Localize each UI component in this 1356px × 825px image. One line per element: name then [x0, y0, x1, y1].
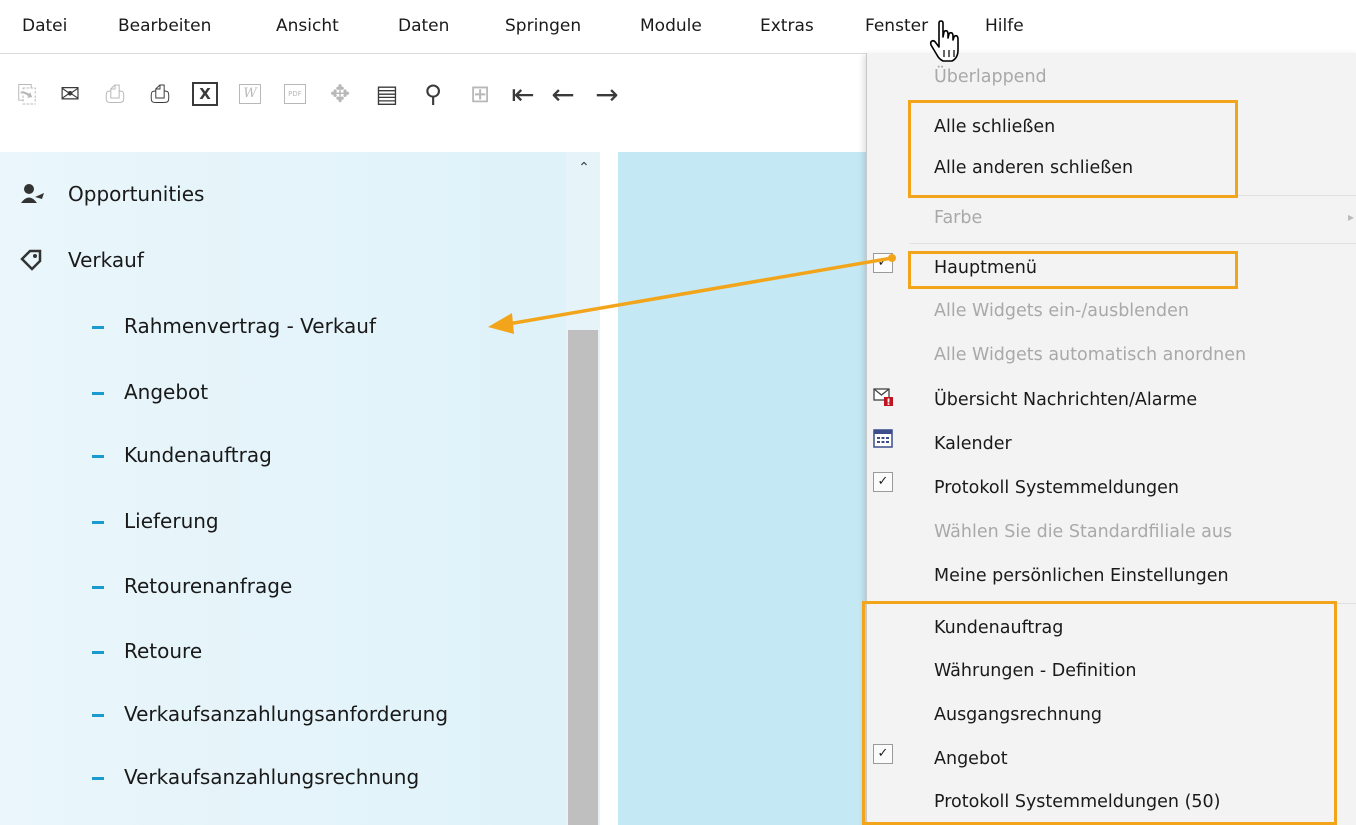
menu-bar: Datei Bearbeiten Ansicht Daten Springen …: [0, 0, 1356, 54]
highlight-box-open-windows: [862, 601, 1337, 825]
submenu-arrow-icon: ▸: [1348, 210, 1355, 224]
content-area: [618, 152, 868, 825]
sidebar-item-label: Kundenauftrag: [124, 443, 272, 467]
bullet-dash: [92, 651, 104, 654]
send-email-icon[interactable]: ✉: [55, 79, 85, 109]
calendar-icon: [873, 429, 893, 449]
excel-export-icon[interactable]: X: [190, 79, 220, 109]
messages-alarm-icon: [873, 387, 893, 407]
panel-divider: [600, 152, 618, 825]
sales-icon: [20, 249, 44, 276]
menu-item-protokoll-systemmeldungen[interactable]: Protokoll Systemmeldungen: [934, 478, 1179, 498]
menu-datei[interactable]: Datei: [22, 16, 67, 36]
menu-extras[interactable]: Extras: [760, 16, 814, 36]
next-record-icon[interactable]: →: [592, 78, 622, 111]
menu-ansicht[interactable]: Ansicht: [276, 16, 339, 36]
scrollbar-thumb[interactable]: [568, 330, 598, 825]
menu-item-kalender[interactable]: Kalender: [934, 434, 1012, 454]
bullet-dash: [92, 586, 104, 589]
check-icon: ✓: [873, 472, 893, 492]
sidebar-item-label: Rahmenvertrag - Verkauf: [124, 314, 377, 338]
main-menu-sidebar: Opportunities Verkauf Rahmenvertrag - Ve…: [0, 152, 566, 825]
print-icon[interactable]: ⎙: [145, 79, 175, 109]
find-icon[interactable]: ⚲: [418, 79, 448, 109]
sidebar-item-label: Verkauf: [68, 248, 144, 272]
bullet-dash: [92, 326, 104, 329]
first-record-icon[interactable]: ⇤: [508, 78, 538, 111]
add-record-icon[interactable]: ⊞: [465, 79, 495, 109]
hand-cursor-icon: [929, 20, 959, 62]
bullet-dash: [92, 521, 104, 524]
word-export-icon[interactable]: W: [235, 79, 265, 109]
toolbar: ⎘ ✉ ⎙ ⎙ X W PDF ✥ ▤ ⚲ ⊞ ⇤ ← →: [0, 54, 870, 149]
bullet-dash: [92, 714, 104, 717]
check-icon: ✓: [873, 253, 893, 273]
menu-bearbeiten[interactable]: Bearbeiten: [118, 16, 211, 36]
sidebar-item-label: Opportunities: [68, 182, 205, 206]
sidebar-item-label: Retoure: [124, 639, 203, 663]
highlight-box-close-items: [908, 100, 1238, 198]
menu-item-farbe[interactable]: Farbe: [934, 208, 982, 228]
sidebar-item-label: Retourenanfrage: [124, 574, 293, 598]
menu-daten[interactable]: Daten: [398, 16, 449, 36]
scroll-up-arrow-icon[interactable]: ⌃: [574, 160, 594, 180]
menu-hilfe[interactable]: Hilfe: [985, 16, 1024, 36]
menu-item-uebersicht-nachrichten[interactable]: Übersicht Nachrichten/Alarme: [934, 390, 1197, 410]
menu-springen[interactable]: Springen: [505, 16, 581, 36]
move-icon[interactable]: ✥: [325, 79, 355, 109]
menu-item-standardfiliale[interactable]: Wählen Sie die Standardfiliale aus: [934, 522, 1232, 542]
bullet-dash: [92, 455, 104, 458]
print-preview-icon[interactable]: ⎙: [100, 79, 130, 109]
menu-item-ueberlappend[interactable]: Überlappend: [934, 67, 1047, 87]
highlight-box-hauptmenue: [908, 251, 1238, 289]
bullet-dash: [92, 777, 104, 780]
sidebar-item-label: Verkaufsanzahlungsanforderung: [124, 702, 449, 726]
previous-record-icon[interactable]: ←: [548, 78, 578, 111]
menu-fenster[interactable]: Fenster: [865, 16, 928, 36]
preview-icon[interactable]: ⎘: [12, 79, 42, 109]
menu-item-persoenliche-einstellungen[interactable]: Meine persönlichen Einstellungen: [934, 566, 1229, 586]
sidebar-item-label: Verkaufsanzahlungsrechnung: [124, 765, 420, 789]
menu-item-widgets-ein-ausblenden[interactable]: Alle Widgets ein-/ausblenden: [934, 301, 1189, 321]
opportunities-icon: [20, 183, 46, 210]
menu-item-widgets-anordnen[interactable]: Alle Widgets automatisch anordnen: [934, 345, 1246, 365]
sidebar-item-label: Angebot: [124, 380, 209, 404]
pdf-export-icon[interactable]: PDF: [280, 79, 310, 109]
menu-separator: [910, 243, 1356, 244]
sidebar-item-label: Lieferung: [124, 509, 219, 533]
lock-form-icon[interactable]: ▤: [372, 79, 402, 109]
bullet-dash: [92, 392, 104, 395]
menu-module[interactable]: Module: [640, 16, 702, 36]
